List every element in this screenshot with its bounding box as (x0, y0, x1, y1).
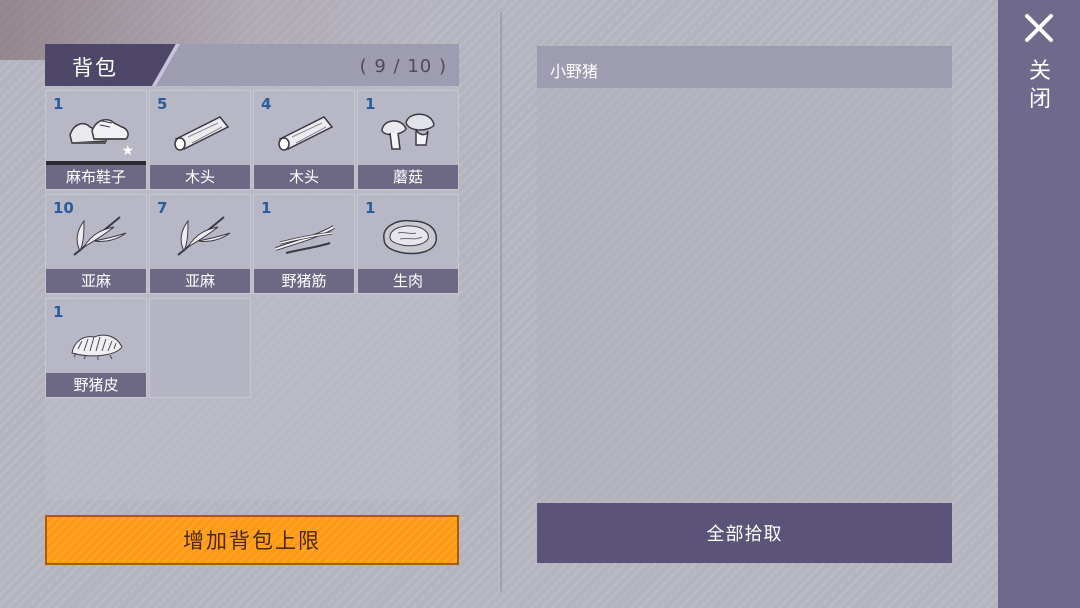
log-icon (278, 116, 334, 151)
inventory-slot-6[interactable]: 7 亚麻 (149, 194, 251, 294)
loot-list (537, 88, 952, 502)
item-name: 蘑菇 (358, 165, 458, 189)
inventory-slot-1[interactable]: 1 ★ 麻布鞋子 (45, 90, 147, 190)
item-count: 1 (365, 95, 376, 113)
backpack-capacity: ( 9 / 10 ) (359, 56, 447, 77)
item-count: 1 (53, 303, 64, 321)
hide-icon (71, 334, 123, 360)
inventory-slot-5[interactable]: 10 亚麻 (45, 194, 147, 294)
star-icon: ★ (121, 143, 134, 159)
item-count: 1 (53, 95, 64, 113)
flax-icon (177, 216, 231, 256)
inventory-slot-8[interactable]: 1 生肉 (357, 194, 459, 294)
pickup-all-button[interactable]: 全部拾取 (537, 503, 952, 563)
expand-backpack-button[interactable]: 增加背包上限 (45, 515, 459, 565)
close-label[interactable]: 关闭 (1026, 58, 1054, 114)
close-button[interactable] (1018, 10, 1060, 46)
backpack-title: 背包 (72, 56, 118, 80)
item-name: 亚麻 (150, 269, 250, 293)
item-count: 1 (365, 199, 376, 217)
item-count: 4 (261, 95, 272, 113)
item-name: 野猪皮 (46, 373, 146, 397)
item-name: 麻布鞋子 (46, 165, 146, 189)
sinew-icon (275, 225, 335, 254)
item-name: 亚麻 (46, 269, 146, 293)
inventory-slot-4[interactable]: 1 蘑菇 (357, 90, 459, 190)
panel-divider (498, 12, 502, 592)
item-name: 木头 (254, 165, 354, 189)
close-icon (1025, 14, 1053, 42)
item-name: 野猪筋 (254, 269, 354, 293)
inventory-slot-2[interactable]: 5 木头 (149, 90, 251, 190)
item-name: 木头 (150, 165, 250, 189)
loot-header (537, 46, 952, 88)
item-count: 1 (261, 199, 272, 217)
mushroom-icon (381, 113, 435, 150)
inventory-slot-empty[interactable] (149, 298, 251, 398)
flax-icon (73, 216, 127, 256)
shoes-icon (69, 118, 129, 144)
inventory-slot-7[interactable]: 1 野猪筋 (253, 194, 355, 294)
inventory-slot-3[interactable]: 4 木头 (253, 90, 355, 190)
inventory-slot-9[interactable]: 1 野猪皮 (45, 298, 147, 398)
item-count: 5 (157, 95, 168, 113)
item-count: 7 (157, 199, 168, 217)
item-name: 生肉 (358, 269, 458, 293)
meat-icon (383, 219, 437, 255)
log-icon (174, 116, 230, 151)
loot-source-title: 小野猪 (550, 62, 599, 81)
